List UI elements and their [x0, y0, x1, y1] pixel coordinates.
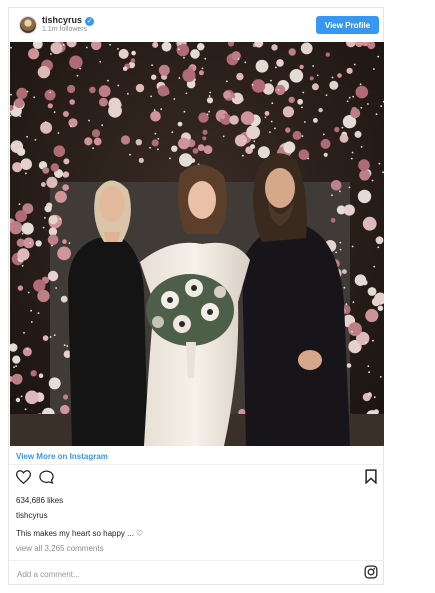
username-row[interactable]: tishcyrus ✓	[42, 15, 95, 26]
view-more-link[interactable]: View More on Instagram	[16, 452, 108, 461]
bookmark-icon[interactable]	[365, 469, 377, 489]
instagram-embed-card: tishcyrus✓ 1.1m followers View Profile	[8, 7, 384, 585]
view-profile-button[interactable]: View Profile	[316, 16, 379, 34]
username[interactable]: tishcyrus	[42, 15, 82, 25]
divider	[9, 464, 383, 465]
comment-input[interactable]	[15, 566, 319, 582]
divider	[9, 560, 383, 561]
post-header: tishcyrus ✓ 1.1m followers View Profile	[9, 8, 383, 41]
verified-badge-icon: ✓	[85, 17, 95, 26]
avatar[interactable]	[19, 16, 37, 34]
like-count: 634,686 likes	[16, 496, 64, 505]
post-caption: This makes my heart so happy ... ♡	[16, 529, 144, 538]
post-owner-username[interactable]: tishcyrus	[16, 511, 48, 520]
post-photo[interactable]	[10, 42, 384, 446]
instagram-icon[interactable]	[364, 565, 378, 584]
view-all-comments-link[interactable]: view all 3,265 comments	[16, 544, 104, 553]
heart-icon[interactable]	[15, 470, 32, 489]
comment-icon[interactable]	[39, 470, 54, 489]
follower-count: 1.1m followers	[42, 26, 88, 33]
